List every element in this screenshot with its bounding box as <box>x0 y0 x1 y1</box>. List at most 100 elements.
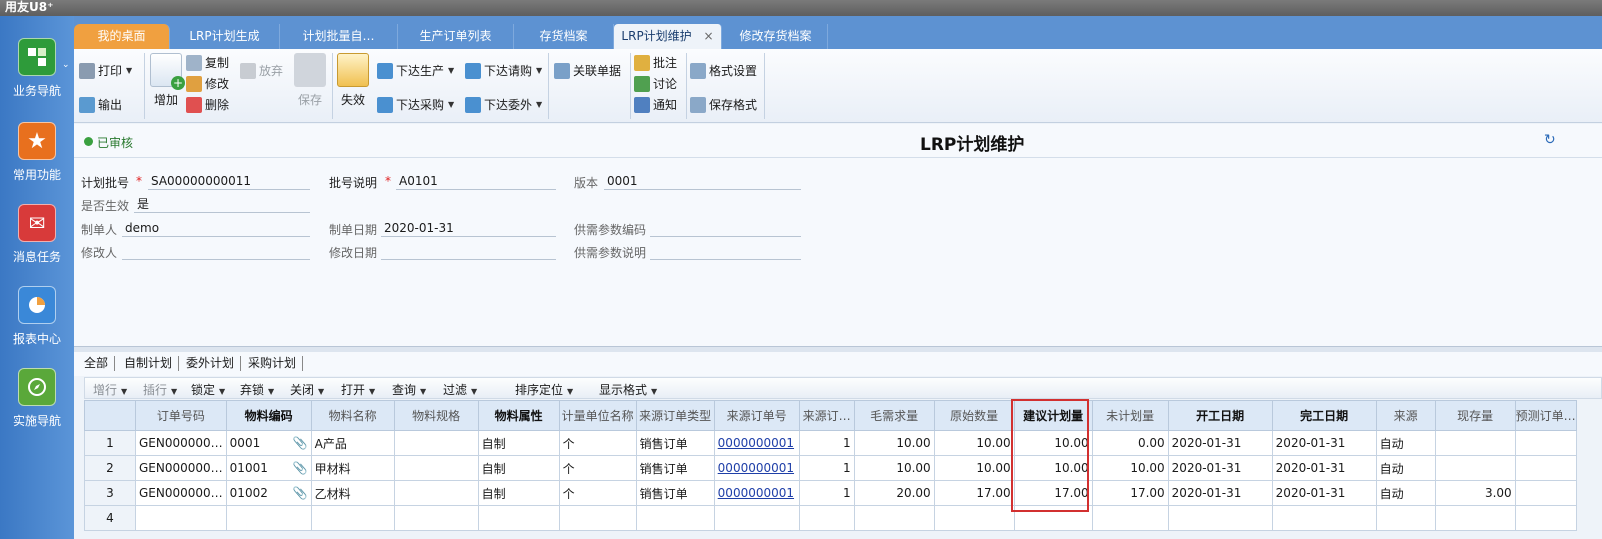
table-cell[interactable]: 20.00 <box>853 480 935 506</box>
table-cell[interactable]: 自动 <box>1375 430 1436 456</box>
display-format-button[interactable]: 显示格式 ▼ <box>599 381 657 398</box>
attachment-icon[interactable]: 📎 <box>293 461 308 475</box>
modify-date-field[interactable] <box>381 242 556 260</box>
nav-reports[interactable]: 报表中心 <box>0 286 74 347</box>
unlock-button[interactable]: 弃锁 ▼ <box>240 381 274 398</box>
table-cell[interactable] <box>1514 430 1577 456</box>
table-cell[interactable]: GEN000000… <box>135 480 227 506</box>
subtab-purchase[interactable]: 采购计划 <box>248 356 304 371</box>
nav-common[interactable]: ★ 常用功能 <box>0 122 74 183</box>
query-button[interactable]: 查询 ▼ <box>392 381 426 398</box>
table-cell[interactable]: 个 <box>558 455 637 481</box>
table-cell[interactable]: 10.00 <box>853 455 935 481</box>
table-cell[interactable]: 0001 📎 <box>225 430 312 456</box>
table-cell[interactable]: A产品 <box>310 430 395 456</box>
column-header[interactable]: 来源 <box>1375 400 1436 431</box>
table-cell[interactable]: 销售订单 <box>635 480 715 506</box>
related-docs-button[interactable]: 关联单据 <box>554 61 621 81</box>
copy-button[interactable]: 复制 <box>186 53 229 73</box>
tab-lrp-maintain[interactable]: LRP计划维护 × <box>614 24 722 49</box>
column-header[interactable]: 未计划量 <box>1091 400 1169 431</box>
nav-expand-icon[interactable]: ⌄ <box>62 60 70 70</box>
column-header[interactable]: 计量单位名称 <box>558 400 637 431</box>
table-cell[interactable] <box>1434 455 1516 481</box>
sd-param-code-field[interactable] <box>650 219 801 237</box>
table-cell[interactable]: 0000000001 <box>713 430 800 456</box>
filter-button[interactable]: 过滤 ▼ <box>443 381 477 398</box>
column-header[interactable]: 预测订单… <box>1514 400 1577 431</box>
table-cell[interactable]: 0000000001 <box>713 480 800 506</box>
tab-desktop[interactable]: 我的桌面 <box>74 24 170 49</box>
column-header[interactable]: 来源订单号 <box>713 400 800 431</box>
creator-field[interactable]: demo <box>122 219 310 237</box>
table-cell[interactable] <box>393 430 479 456</box>
column-header[interactable]: 来源订单类型 <box>635 400 715 431</box>
table-cell[interactable]: 0000000001 <box>713 455 800 481</box>
table-cell[interactable] <box>310 505 395 531</box>
add-row-button[interactable]: 增行 ▼ <box>93 381 127 398</box>
table-cell[interactable]: 2020-01-31 <box>1271 480 1377 506</box>
table-cell[interactable]: 自制 <box>477 455 560 481</box>
table-cell[interactable]: 乙材料 <box>310 480 395 506</box>
delete-button[interactable]: 删除 <box>186 95 229 115</box>
table-cell[interactable]: 自动 <box>1375 480 1436 506</box>
subtab-all[interactable]: 全部 <box>84 356 116 371</box>
table-cell[interactable] <box>1514 455 1577 481</box>
table-cell[interactable] <box>393 455 479 481</box>
sort-locate-button[interactable]: 排序定位 ▼ <box>515 381 573 398</box>
table-cell[interactable] <box>393 505 479 531</box>
table-row[interactable]: 4 <box>84 505 1577 531</box>
table-cell[interactable] <box>135 505 227 531</box>
table-cell[interactable]: 2020-01-31 <box>1271 430 1377 456</box>
nav-implementation[interactable]: 实施导航 <box>0 368 74 429</box>
tab-inventory[interactable]: 存货档案 <box>514 24 614 49</box>
notify-button[interactable]: 通知 <box>634 95 677 115</box>
annotate-button[interactable]: 批注 <box>634 53 677 73</box>
table-cell[interactable]: 1 <box>798 455 855 481</box>
table-cell[interactable]: 2020-01-31 <box>1167 480 1273 506</box>
column-header[interactable]: 完工日期 <box>1271 400 1377 431</box>
tab-plan-batch[interactable]: 计划批量自… <box>280 24 398 49</box>
effective-field[interactable]: 是 <box>134 195 310 213</box>
insert-row-button[interactable]: 插行 ▼ <box>143 381 177 398</box>
table-cell[interactable]: 自动 <box>1375 455 1436 481</box>
create-date-field[interactable]: 2020-01-31 <box>381 219 556 237</box>
table-cell[interactable]: 2020-01-31 <box>1167 455 1273 481</box>
table-cell[interactable]: 10.00 <box>933 430 1015 456</box>
attachment-icon[interactable]: 📎 <box>293 486 308 500</box>
issue-purchase-button[interactable]: 下达采购 ▼ <box>377 95 454 115</box>
open-row-button[interactable]: 打开 ▼ <box>341 381 375 398</box>
table-cell[interactable]: 自制 <box>477 480 560 506</box>
save-button[interactable]: 保存 <box>292 53 328 108</box>
table-cell[interactable]: 2020-01-31 <box>1167 430 1273 456</box>
column-header[interactable]: 订单号码 <box>135 400 227 431</box>
table-cell[interactable] <box>1091 505 1169 531</box>
subtab-outsource[interactable]: 委外计划 <box>186 356 242 371</box>
issue-request-button[interactable]: 下达请购 ▼ <box>465 61 542 81</box>
column-header[interactable]: 来源订… <box>798 400 855 431</box>
table-cell[interactable]: 个 <box>558 480 637 506</box>
modifier-field[interactable] <box>122 242 310 260</box>
table-cell[interactable] <box>1514 480 1577 506</box>
table-cell[interactable]: 1 <box>798 430 855 456</box>
table-cell[interactable]: 个 <box>558 430 637 456</box>
discuss-button[interactable]: 讨论 <box>634 74 677 94</box>
table-cell[interactable] <box>1434 505 1516 531</box>
column-header[interactable]: 物料属性 <box>477 400 560 431</box>
table-cell[interactable] <box>558 505 637 531</box>
table-cell[interactable]: 甲材料 <box>310 455 395 481</box>
table-cell[interactable] <box>477 505 560 531</box>
version-field[interactable]: 0001 <box>604 172 801 190</box>
table-cell[interactable]: 销售订单 <box>635 430 715 456</box>
tab-production-orders[interactable]: 生产订单列表 <box>398 24 514 49</box>
lock-button[interactable]: 锁定 ▼ <box>191 381 225 398</box>
column-header[interactable] <box>84 400 136 431</box>
table-cell[interactable] <box>225 505 312 531</box>
table-cell[interactable] <box>1271 505 1377 531</box>
table-cell[interactable] <box>1167 505 1273 531</box>
close-icon[interactable]: × <box>704 29 714 43</box>
table-cell[interactable]: 1 <box>798 480 855 506</box>
table-cell[interactable]: 17.00 <box>933 480 1015 506</box>
issue-outsource-button[interactable]: 下达委外 ▼ <box>465 95 542 115</box>
table-cell[interactable] <box>933 505 1015 531</box>
